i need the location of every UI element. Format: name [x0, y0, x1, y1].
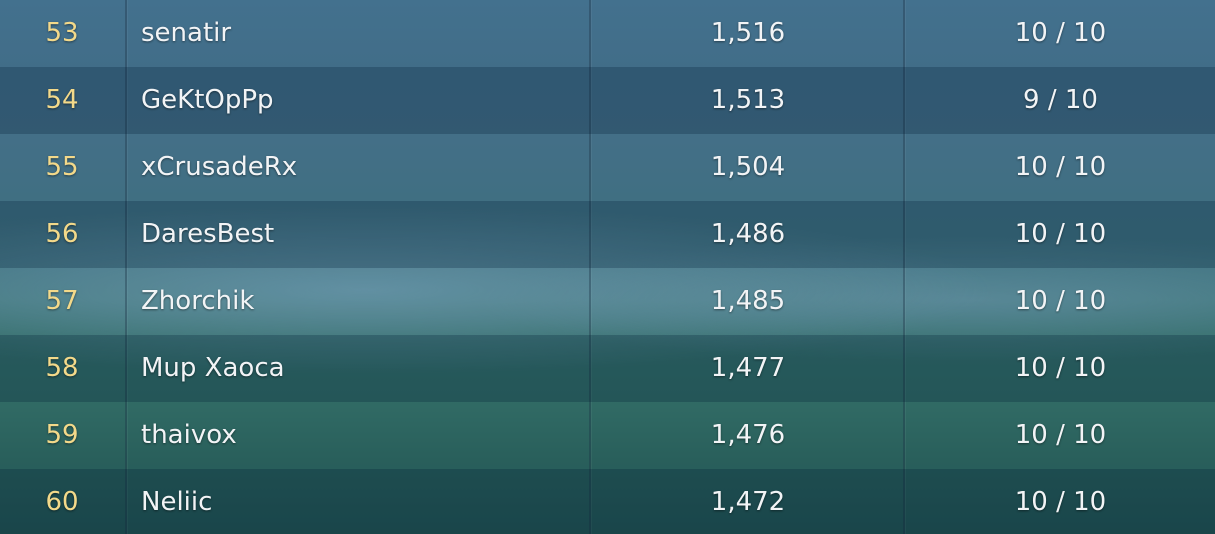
player-name-cell[interactable]: xCrusadeRx: [141, 134, 581, 201]
rating-cell: 1,513: [710, 85, 786, 115]
player-name-cell[interactable]: senatir: [141, 0, 581, 67]
table-row[interactable]: 58 Mup Xaoca 1,477 10 / 10: [0, 335, 1215, 402]
table-row[interactable]: 54 GeKtOpPp 1,513 9 / 10: [0, 67, 1215, 134]
rank-cell: 60: [45, 487, 79, 517]
table-row[interactable]: 53 senatir 1,516 10 / 10: [0, 0, 1215, 67]
leaderboard-table: 53 senatir 1,516 10 / 10 54 GeKtOpPp 1,5…: [0, 0, 1215, 534]
table-row[interactable]: 55 xCrusadeRx 1,504 10 / 10: [0, 134, 1215, 201]
rating-cell: 1,504: [710, 152, 786, 182]
rank-cell: 56: [45, 219, 79, 249]
player-name-cell[interactable]: Zhorchik: [141, 268, 581, 335]
games-cell: 10 / 10: [1014, 152, 1107, 182]
rating-cell: 1,485: [710, 286, 786, 316]
player-name-cell[interactable]: Neliic: [141, 469, 581, 534]
player-name-cell[interactable]: thaivox: [141, 402, 581, 469]
table-row[interactable]: 56 DaresBest 1,486 10 / 10: [0, 201, 1215, 268]
rating-cell: 1,516: [710, 18, 786, 48]
table-row[interactable]: 57 Zhorchik 1,485 10 / 10: [0, 268, 1215, 335]
rating-cell: 1,486: [710, 219, 786, 249]
player-name-cell[interactable]: Mup Xaoca: [141, 335, 581, 402]
rank-cell: 58: [45, 353, 79, 383]
games-cell: 10 / 10: [1014, 487, 1107, 517]
games-cell: 10 / 10: [1014, 420, 1107, 450]
rating-cell: 1,472: [710, 487, 786, 517]
games-cell: 10 / 10: [1014, 353, 1107, 383]
games-cell: 10 / 10: [1014, 286, 1107, 316]
games-cell: 10 / 10: [1014, 219, 1107, 249]
rating-cell: 1,477: [710, 353, 786, 383]
rank-cell: 54: [45, 85, 79, 115]
rank-cell: 59: [45, 420, 79, 450]
games-cell: 10 / 10: [1014, 18, 1107, 48]
rating-cell: 1,476: [710, 420, 786, 450]
player-name-cell[interactable]: GeKtOpPp: [141, 67, 581, 134]
player-name-cell[interactable]: DaresBest: [141, 201, 581, 268]
table-row[interactable]: 59 thaivox 1,476 10 / 10: [0, 402, 1215, 469]
rank-cell: 55: [45, 152, 79, 182]
rank-cell: 57: [45, 286, 79, 316]
rank-cell: 53: [45, 18, 79, 48]
games-cell: 9 / 10: [1023, 85, 1098, 115]
table-row[interactable]: 60 Neliic 1,472 10 / 10: [0, 469, 1215, 534]
